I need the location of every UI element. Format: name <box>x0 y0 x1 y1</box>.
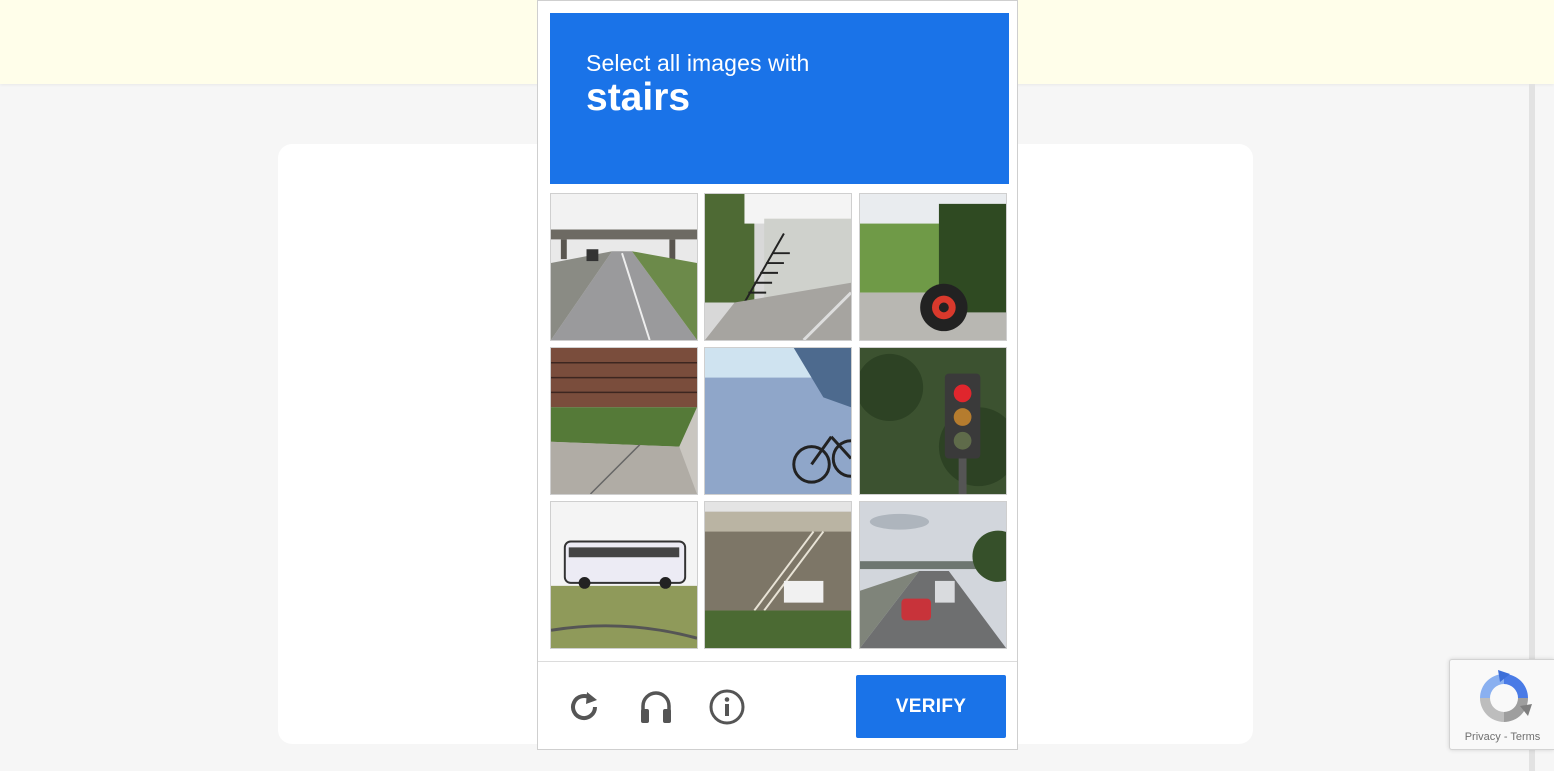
badge-links: Privacy - Terms <box>1450 731 1554 743</box>
road-overpass-image <box>551 194 697 340</box>
image-tile-2[interactable] <box>704 193 852 341</box>
challenge-keyword: stairs <box>586 76 691 119</box>
privacy-link[interactable]: Privacy <box>1465 731 1501 743</box>
image-tile-5[interactable] <box>704 347 852 495</box>
tractor-image <box>860 194 1006 340</box>
highway-cars-image <box>860 502 1006 648</box>
challenge-prompt: Select all images with stairs <box>550 13 1009 184</box>
recaptcha-badge: Privacy - Terms <box>1449 659 1554 750</box>
image-tile-7[interactable] <box>550 501 698 649</box>
recaptcha-logo-icon <box>1480 670 1532 722</box>
badge-separator: - <box>1503 731 1508 743</box>
challenge-footer: VERIFY <box>538 661 1017 750</box>
image-tile-9[interactable] <box>859 501 1007 649</box>
terms-link[interactable]: Terms <box>1510 731 1540 743</box>
house-stairs-image <box>705 194 851 340</box>
image-tile-4[interactable] <box>550 347 698 495</box>
image-tile-8[interactable] <box>704 501 852 649</box>
image-grid <box>550 193 1009 651</box>
traffic-light-image <box>860 348 1006 494</box>
recaptcha-challenge: Select all images with stairs VERIFY <box>537 0 1018 750</box>
sidewalk-wall-image <box>551 348 697 494</box>
building-stairs-image <box>705 502 851 648</box>
headphones-icon[interactable] <box>638 689 674 725</box>
challenge-instruction: Select all images with <box>586 50 810 76</box>
reload-icon[interactable] <box>566 689 602 725</box>
info-icon[interactable] <box>709 689 745 725</box>
image-tile-3[interactable] <box>859 193 1007 341</box>
verify-button[interactable]: VERIFY <box>856 675 1006 738</box>
image-tile-6[interactable] <box>859 347 1007 495</box>
bicycle-image <box>705 348 851 494</box>
bus-image <box>551 502 697 648</box>
image-tile-1[interactable] <box>550 193 698 341</box>
